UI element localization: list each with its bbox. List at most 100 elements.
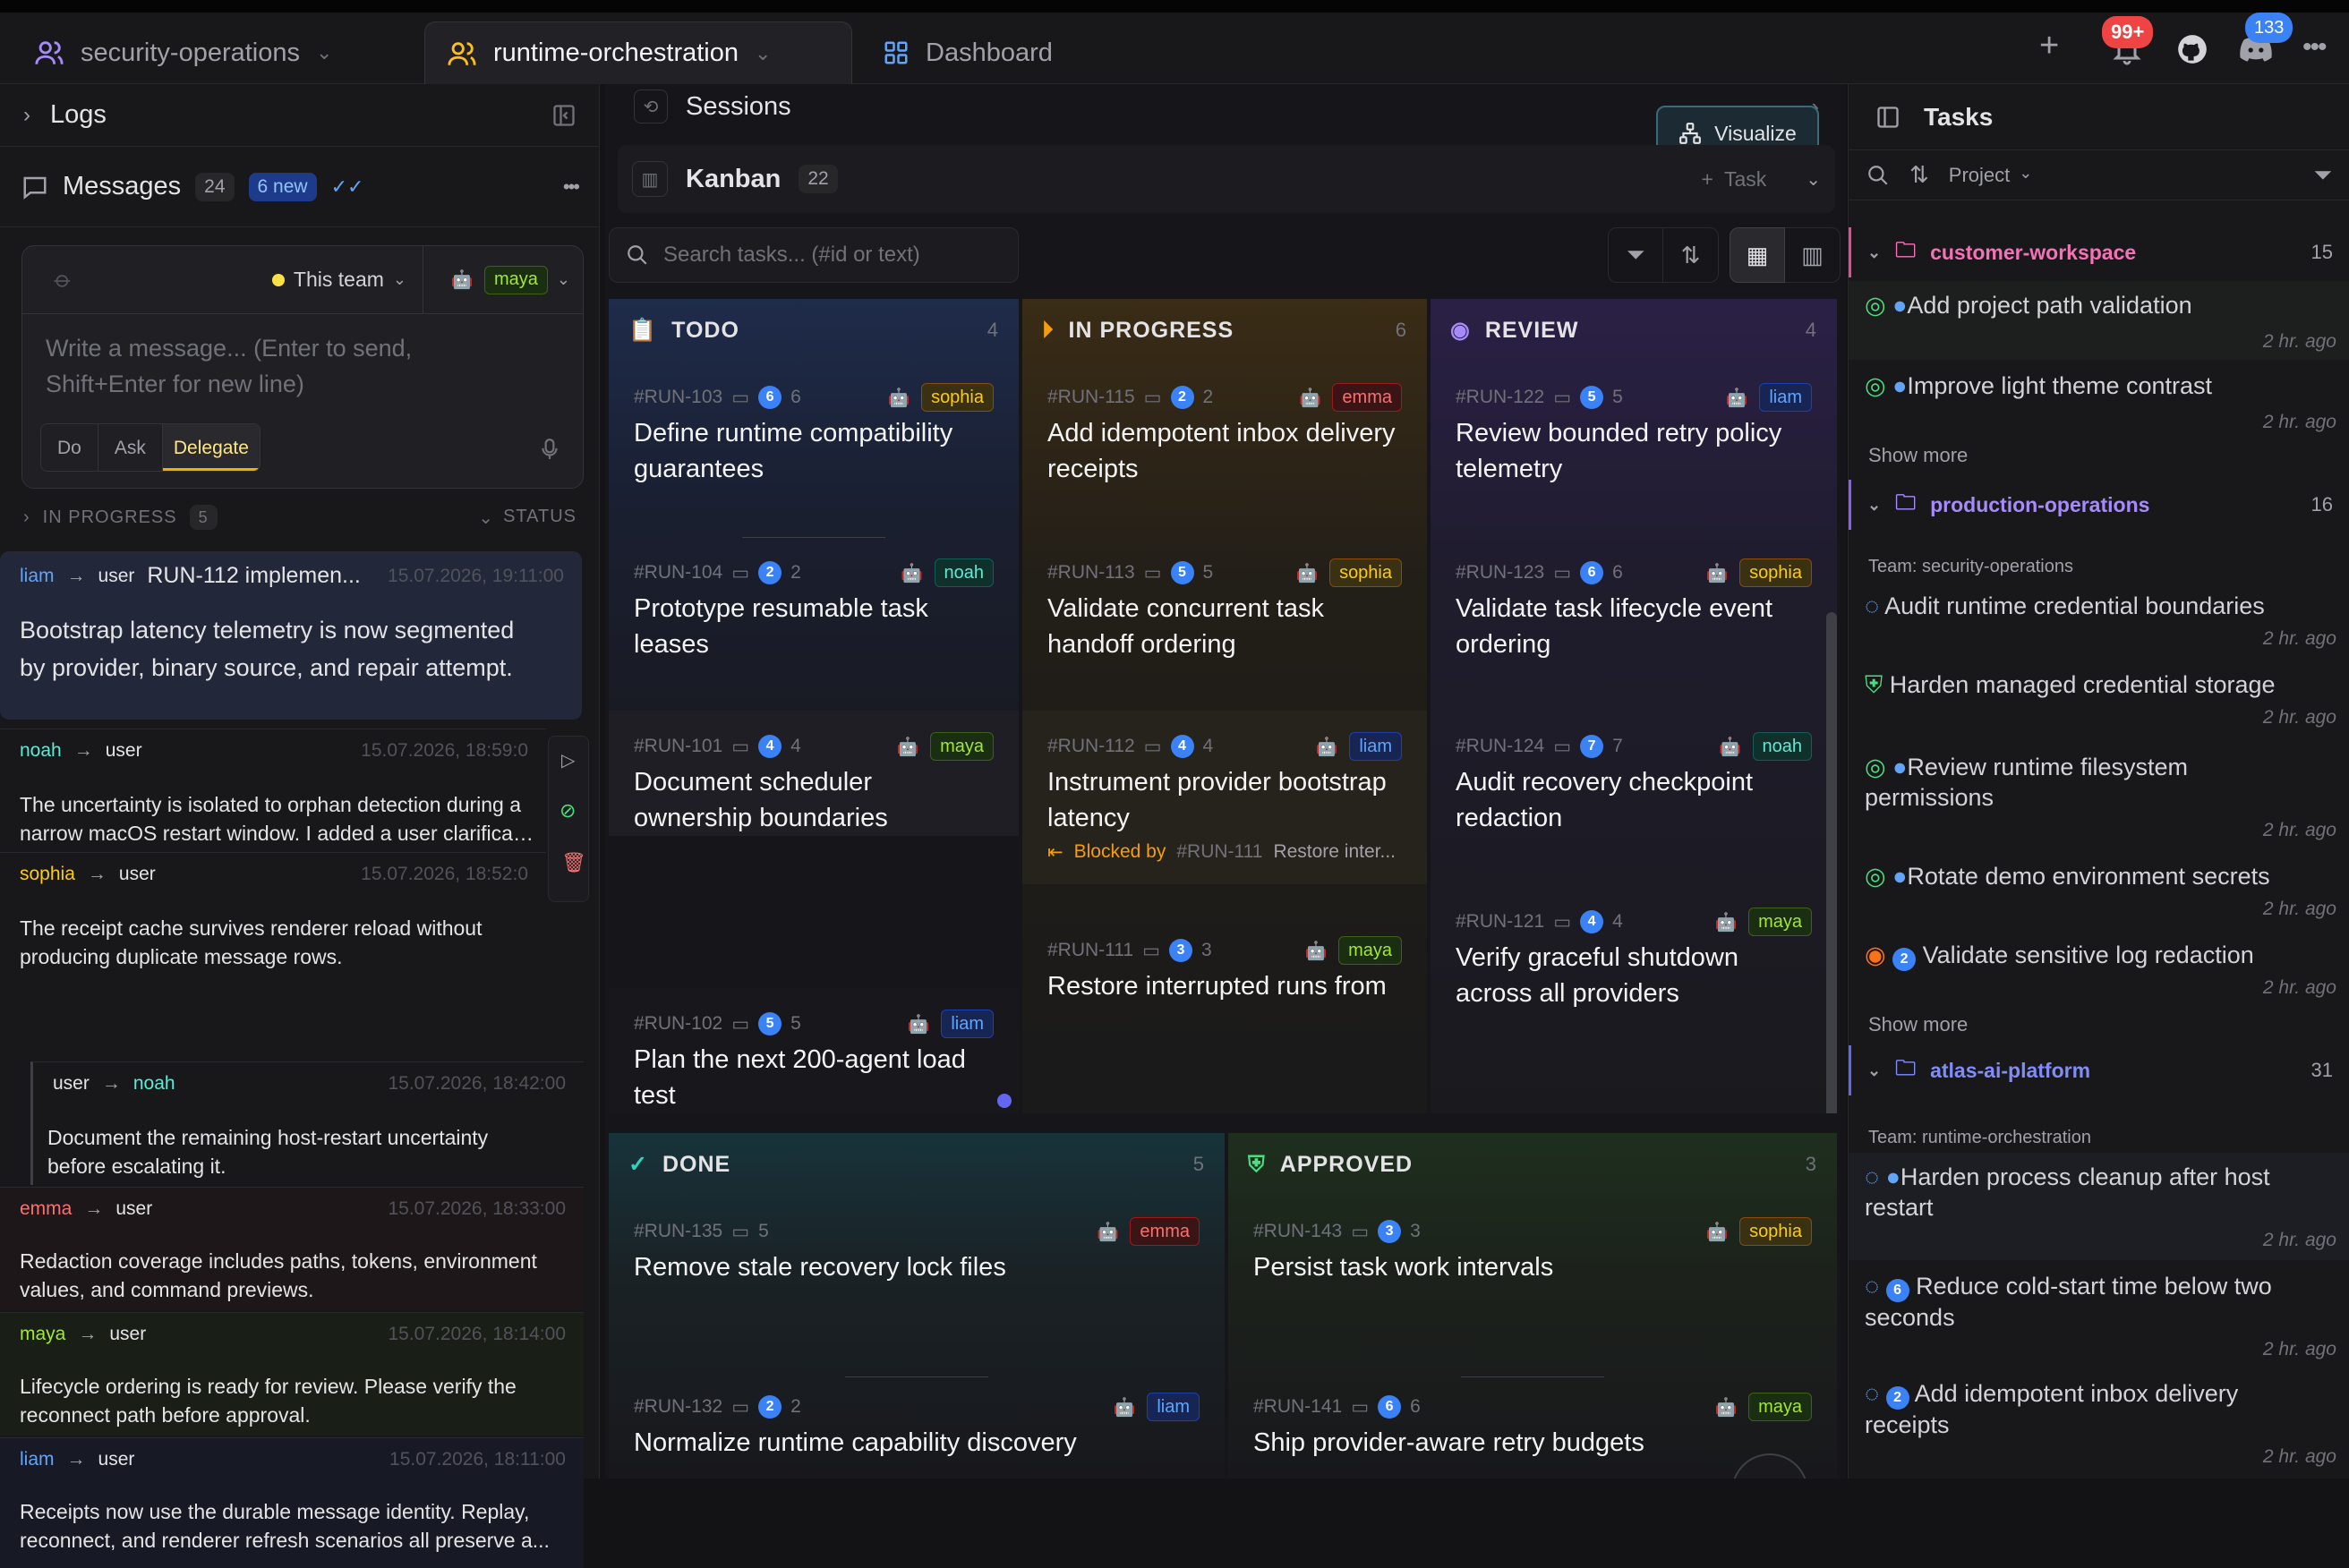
status-sort[interactable]: ⌄ STATUS <box>478 507 577 529</box>
tab-security-operations[interactable]: security-operations ⌄ <box>34 21 332 84</box>
logs-header[interactable]: › Logs <box>0 84 600 147</box>
scope-select[interactable]: This team ⌄ <box>271 245 423 314</box>
comment-badge: 2 <box>1892 948 1917 971</box>
sidebar-icon[interactable] <box>1875 105 1901 130</box>
assignee-select[interactable]: 🤖 maya ⌄ <box>423 265 583 294</box>
more-icon[interactable]: ••• <box>563 175 580 199</box>
blocked-by[interactable]: ⇤ Blocked by #RUN-111 Restore inter... <box>1047 841 1396 864</box>
chevron-down-icon[interactable]: ⌄ <box>1806 168 1821 191</box>
plus-icon[interactable]: + <box>2039 27 2059 65</box>
project-group[interactable]: ⌄ 🗀 production-operations 16 <box>1849 480 2349 530</box>
tab-dashboard[interactable]: Dashboard <box>883 21 1053 84</box>
list-item[interactable]: liam → user RUN-112 implemen... 15.07.2026, … <box>0 551 582 720</box>
list-item[interactable]: maya → user 15.07.2026, 18:14:00 Lifecycle … <box>0 1312 584 1436</box>
assignee-badge: maya <box>1338 936 1402 965</box>
task-card[interactable]: #RUN-115 ▭ 2 2 🤖 emma Add idempotent inbox de… <box>1022 362 1427 537</box>
project-select[interactable]: Project ⌄ <box>1949 164 2033 187</box>
mark-read-icon[interactable]: ✓✓ <box>331 175 364 199</box>
trash-icon[interactable]: 🗑 <box>561 851 586 874</box>
task-card[interactable]: #RUN-101 ▭ 4 4 🤖 maya Document scheduler owner… <box>609 711 1019 836</box>
filter-icon[interactable]: ⏷ <box>1608 227 1663 283</box>
chevron-down-icon[interactable]: ⌄ <box>316 41 332 64</box>
task-card[interactable]: #RUN-113 ▭ 5 5 🤖 sophia Validate concurrent t… <box>1022 537 1427 712</box>
task-card[interactable]: #RUN-123 ▭ 6 6 🤖 sophia Validate task lifecyc… <box>1431 537 1837 712</box>
task-card[interactable]: #RUN-102 ▭ 5 5 🤖 liam Plan the next 200-agent… <box>609 988 1019 1113</box>
grid-view-icon[interactable]: ▦ <box>1730 227 1785 283</box>
sort-icon[interactable]: ⇅ <box>1663 227 1719 283</box>
in-progress-filter[interactable]: IN PROGRESS <box>43 507 177 528</box>
show-more-link[interactable]: Show more <box>1868 444 1968 467</box>
project-group[interactable]: ⌄ 🗀 atlas-ai-platform 31 <box>1849 1045 2349 1095</box>
task-item[interactable]: ◌ Audit runtime credential boundaries 2 … <box>1849 582 2349 659</box>
assignee-badge: sophia <box>921 383 994 412</box>
task-title: Plan the next 200-agent load <box>634 1045 966 1074</box>
sessions-title: Sessions <box>686 91 791 121</box>
show-more-link[interactable]: Show more <box>1868 1013 1968 1036</box>
github-icon[interactable] <box>2175 32 2209 66</box>
task-item[interactable]: ◎ ●Improve light theme contrast 2 hr. ag… <box>1849 362 2349 440</box>
sender: noah <box>20 740 62 761</box>
list-item[interactable]: emma → user 15.07.2026, 18:33:00 Redaction … <box>0 1187 584 1310</box>
mode-ask[interactable]: Ask <box>98 424 163 471</box>
task-item[interactable]: ◌ ●Harden process cleanup after host res… <box>1849 1153 2349 1260</box>
task-item[interactable]: ◌ 6 Reduce cold-start time below two sec… <box>1849 1262 2349 1368</box>
message-input[interactable]: Write a message... (Enter to send, Shift… <box>46 330 412 402</box>
add-task-button[interactable]: + Task <box>1702 167 1767 192</box>
assignee-badge: sophia <box>1739 1217 1812 1246</box>
users-icon <box>448 41 476 65</box>
task-card[interactable]: #RUN-143 ▭ 3 3 🤖 sophia Persist task work int… <box>1228 1196 1837 1371</box>
status-label: STATUS <box>503 506 577 526</box>
list-item[interactable]: sophia → user 15.07.2026, 18:52:0 The recei… <box>0 852 546 972</box>
check-circle-icon[interactable]: ⊘ <box>559 799 576 822</box>
task-item[interactable]: ◌ 2 Add idempotent inbox delivery receip… <box>1849 1369 2349 1477</box>
chevron-right-icon[interactable]: › <box>23 507 30 528</box>
task-card-partial[interactable]: #RUN-102 ▭ 5 5 🤖 liam Plan the next 200-agent… <box>609 988 1019 1113</box>
task-item[interactable]: ◎ ●Add project path validation 2 hr. ago <box>1849 281 2349 360</box>
play-icon[interactable]: ▷ <box>561 749 575 771</box>
tab-runtime-orchestration[interactable]: runtime-orchestration ⌄ <box>424 21 852 84</box>
task-title: handoff ordering <box>1047 630 1236 659</box>
task-card[interactable]: #RUN-132 ▭ 2 2 🤖 liam Normalize runtime capab… <box>609 1371 1225 1479</box>
column-count: 3 <box>1805 1153 1817 1175</box>
list-item[interactable]: noah → user 15.07.2026, 18:59:0 The uncerta… <box>0 729 546 848</box>
task-search[interactable]: Search tasks... (#id or text) <box>609 227 1019 283</box>
task-item[interactable]: ◉ 2 Validate sensitive log redaction 2 h… <box>1849 931 2349 1008</box>
list-item[interactable]: user → noah 15.07.2026, 18:42:00 Document t… <box>30 1061 584 1185</box>
task-card[interactable]: #RUN-135 ▭ 5 🤖 emma Remove stale recovery lo… <box>609 1196 1225 1371</box>
timestamp: 2 hr. ago <box>2262 820 2336 840</box>
drag-handle[interactable] <box>997 1094 1012 1108</box>
list-item[interactable]: liam → user 15.07.2026, 18:11:00 Receipts n… <box>0 1437 584 1568</box>
task-card[interactable]: #RUN-122 ▭ 5 5 🤖 liam Review bounded retry po… <box>1431 362 1837 537</box>
columns-view-icon[interactable]: ▥ <box>1785 227 1841 283</box>
mode-do[interactable]: Do <box>41 424 98 471</box>
sort-icon[interactable]: ⇅ <box>1909 161 1929 189</box>
comment-badge: 3 <box>1168 939 1192 962</box>
task-item[interactable]: ◎ ●Rotate demo environment secrets 2 hr.… <box>1849 852 2349 929</box>
sessions-header[interactable]: ⟲ Sessions › <box>618 84 1835 129</box>
task-item[interactable]: ◎ ●Review runtime filesystem permissions… <box>1849 741 2349 850</box>
task-card[interactable]: #RUN-121 ▭ 4 4 🤖 maya Verify graceful shutdow… <box>1431 886 1837 1061</box>
search-icon[interactable] <box>1866 164 1890 187</box>
microphone-icon[interactable] <box>538 436 561 463</box>
recipient: user <box>105 740 142 761</box>
task-card[interactable]: #RUN-124 ▭ 7 7 🤖 noah Audit recovery checkpoi… <box>1431 711 1837 886</box>
panel-toggle-icon[interactable] <box>551 103 577 128</box>
mode-delegate[interactable]: Delegate <box>162 424 260 471</box>
group-name: atlas-ai-platform <box>1930 1058 2091 1082</box>
task-card[interactable]: #RUN-103 ▭ 6 6 🤖 sophia Define runtime compat… <box>609 362 1019 537</box>
blocked-ref: #RUN-111 <box>1176 841 1263 862</box>
task-title: permissions <box>1865 784 1995 811</box>
task-card[interactable]: #RUN-104 ▭ 2 2 🤖 noah Prototype resumable tas… <box>609 537 1019 712</box>
chevron-down-icon[interactable]: ⌄ <box>755 42 771 65</box>
task-card[interactable]: #RUN-112 ▭ 4 4 🤖 liam Instrument provider boo… <box>1022 711 1427 884</box>
attach-icon[interactable]: ⌀ <box>48 265 78 294</box>
comment-count: 4 <box>790 736 801 756</box>
project-group[interactable]: ⌄ 🗀 customer-workspace 15 <box>1849 227 2349 277</box>
filter-icon[interactable]: ⏷ <box>2313 161 2332 190</box>
recipient: user <box>109 1324 147 1344</box>
task-card[interactable]: #RUN-111 ▭ 3 3 🤖 maya Restore interrupted run… <box>1022 913 1427 1088</box>
task-title: seconds <box>1865 1304 1955 1331</box>
task-item[interactable]: ⛨ Harden managed credential storage 2 hr… <box>1849 660 2349 737</box>
scrollbar[interactable] <box>1826 612 1837 1113</box>
more-icon[interactable]: ••• <box>2302 32 2327 63</box>
